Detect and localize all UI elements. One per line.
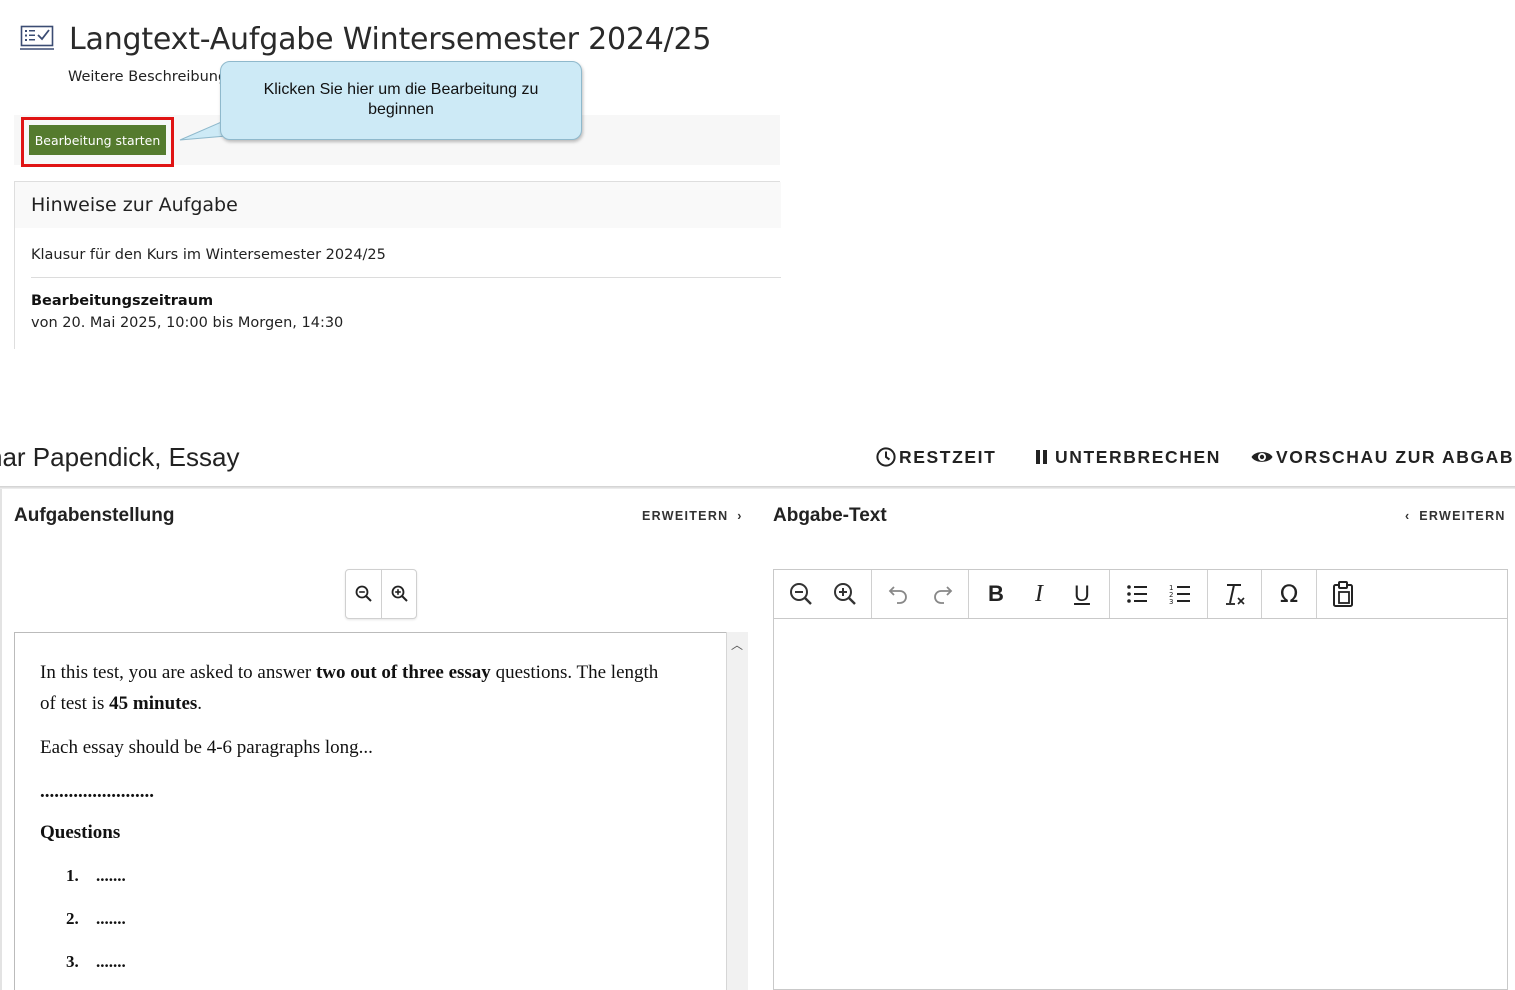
scroll-up-icon[interactable]: ︿ [731, 636, 743, 653]
question-paragraph-1: In this test, you are asked to answer tw… [40, 662, 659, 683]
editor-zoom-in-button[interactable] [828, 577, 862, 611]
chevron-right-icon: › [737, 509, 743, 523]
zoom-in-button[interactable] [382, 570, 417, 618]
question-item-number: 1. [66, 866, 79, 885]
zoom-out-icon [355, 585, 372, 602]
paste-button[interactable] [1326, 577, 1360, 611]
redo-icon [934, 586, 953, 604]
pane-edge [0, 489, 2, 990]
toolbar-separator [871, 570, 872, 618]
zoom-out-icon [790, 583, 812, 605]
toolbar-separator [1261, 570, 1262, 618]
preview-label: VORSCHAU ZUR ABGABE [1276, 446, 1515, 467]
task-pane-expand[interactable]: ERWEITERN › [642, 509, 743, 523]
numbered-list-icon: 1 2 3 [1169, 584, 1190, 606]
hints-description: Klausur für den Kurs im Wintersemester 2… [31, 247, 386, 263]
pause-icon [1036, 450, 1047, 464]
zoom-in-icon [391, 585, 408, 602]
toolbar-separator [1316, 570, 1317, 618]
remaining-time-label: RESTZEIT [899, 446, 997, 467]
underline-button[interactable]: U [1065, 577, 1099, 611]
editor-zoom-out-button[interactable] [784, 577, 818, 611]
clear-format-button[interactable] [1218, 577, 1252, 611]
page-subtitle: Weitere Beschreibung [68, 69, 228, 85]
test-checklist-icon [20, 25, 54, 50]
question-paragraph-2: Each essay should be 4-6 paragraphs long… [40, 737, 373, 758]
italic-icon: I [1035, 580, 1043, 607]
undo-button[interactable] [881, 577, 915, 611]
page-title: Langtext-Aufgabe Wintersemester 2024/25 [69, 22, 712, 57]
clear-format-icon [1226, 584, 1245, 605]
task-zoom-controls [345, 569, 417, 619]
question-item-text: ....... [96, 909, 126, 928]
toolbar-separator [968, 570, 969, 618]
underline-icon: U [1074, 581, 1090, 606]
zoom-in-icon [834, 583, 856, 605]
question-item-text: ....... [96, 866, 126, 885]
question-paragraph-1-cont: of test is 45 minutes. [40, 693, 203, 714]
questions-heading: Questions [40, 822, 121, 843]
numbered-list-button[interactable]: 1 2 3 [1163, 577, 1197, 611]
answer-pane-expand[interactable]: ‹ ERWEITERN [1405, 509, 1506, 523]
remaining-time-button[interactable]: RESTZEIT [875, 445, 996, 469]
hints-panel: Hinweise zur Aufgabe Klausur für den Kur… [14, 181, 781, 349]
answer-pane-expand-label: ERWEITERN [1419, 509, 1506, 523]
eye-icon [1251, 452, 1273, 462]
bold-button[interactable]: B [979, 577, 1013, 611]
toolbar-separator [1109, 570, 1110, 618]
period-value: von 20. Mai 2025, 10:00 bis Morgen, 14:3… [31, 315, 344, 331]
period-label: Bearbeitungszeitraum [31, 293, 214, 309]
question-text-area [14, 632, 748, 990]
special-char-button[interactable]: Ω [1272, 577, 1306, 611]
bullet-list-icon [1127, 585, 1147, 603]
answer-editor[interactable] [773, 569, 1508, 990]
answer-pane-title: Abgabe-Text [773, 505, 887, 526]
redo-button[interactable] [926, 577, 960, 611]
pause-label: UNTERBRECHEN [1055, 446, 1222, 467]
hints-title: Hinweise zur Aufgabe [31, 194, 238, 216]
task-pane-expand-label: ERWEITERN [642, 509, 729, 523]
task-pane-title: Aufgabenstellung [14, 505, 175, 526]
question-separator: ........................ [40, 781, 154, 802]
start-test-button[interactable]: Bearbeitung starten [29, 125, 166, 155]
italic-button[interactable]: I [1022, 577, 1056, 611]
preview-button[interactable]: VORSCHAU ZUR ABGABE [1250, 445, 1515, 469]
question-item-text: ....... [96, 952, 126, 971]
instruction-callout: Klicken Sie hier um die Bearbeitung zu b… [220, 61, 582, 140]
paste-icon [1333, 581, 1353, 607]
bullet-list-button[interactable] [1120, 577, 1154, 611]
svg-text:3: 3 [1169, 598, 1173, 606]
clock-icon [876, 447, 896, 467]
hints-divider [31, 277, 781, 278]
special-char-icon: Ω [1279, 580, 1299, 608]
question-scrollbar[interactable] [726, 632, 748, 990]
player-header-divider [0, 486, 1515, 489]
undo-icon [888, 586, 907, 604]
question-item-number: 2. [66, 909, 79, 928]
pause-button[interactable]: UNTERBRECHEN [1033, 445, 1221, 469]
hints-header: Hinweise zur Aufgabe [15, 182, 781, 228]
zoom-out-button[interactable] [346, 570, 381, 618]
player-title: nar Papendick, Essay [0, 442, 240, 472]
chevron-left-icon: ‹ [1405, 509, 1411, 523]
question-item-number: 3. [66, 952, 79, 971]
toolbar-separator [1207, 570, 1208, 618]
bold-icon: B [988, 581, 1004, 606]
